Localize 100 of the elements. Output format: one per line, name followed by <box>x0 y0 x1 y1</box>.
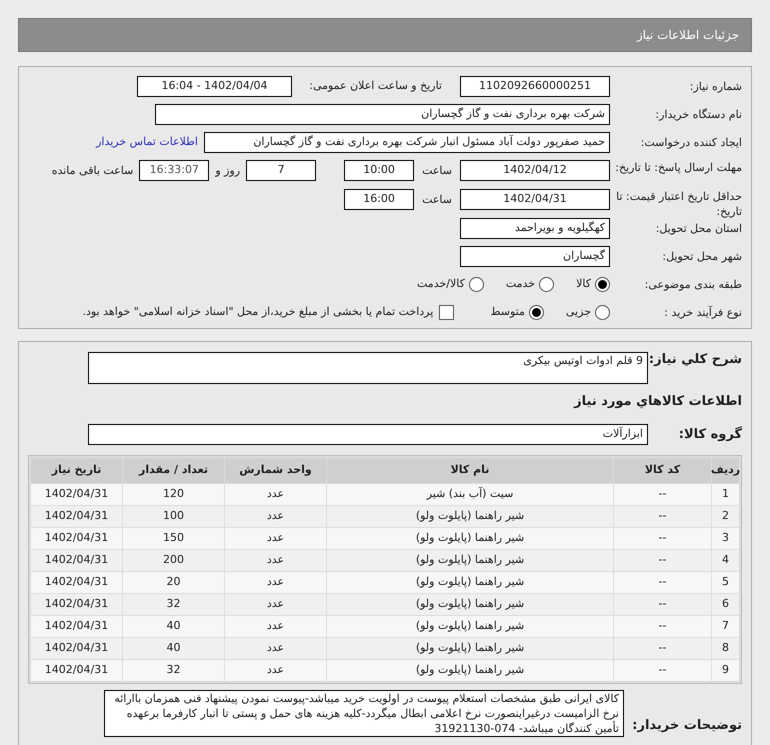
table-cell: شیر راهنما (پایلوت ولو) <box>327 572 613 592</box>
field-label: تاریخ و ساعت اعلان عمومی: <box>308 78 442 94</box>
text-field[interactable]: گچساران <box>460 246 610 267</box>
radio-label: کالا <box>576 276 591 292</box>
field-label: شهر محل تحویل: <box>662 249 742 264</box>
text-field[interactable]: 1402/04/04 - 16:04 <box>137 76 292 97</box>
column-header: نام کالا <box>327 458 613 482</box>
field-label: ساعت <box>422 163 452 179</box>
table-cell: 150 <box>123 528 224 548</box>
summary-field[interactable]: 9 قلم ادوات اوتیس بیکری <box>88 352 648 384</box>
table-cell: 1 <box>712 484 739 504</box>
table-cell: 100 <box>123 506 224 526</box>
table-cell: 2 <box>712 506 739 526</box>
table-cell: 20 <box>123 572 224 592</box>
table-cell: 1402/04/31 <box>31 528 122 548</box>
table-cell: عدد <box>225 616 326 636</box>
field-label: روز و <box>215 163 240 179</box>
table-cell: -- <box>614 550 711 570</box>
field-label: شرح کلي نياز: <box>648 352 742 367</box>
table-cell: 1402/04/31 <box>31 638 122 658</box>
table-cell: -- <box>614 572 711 592</box>
table-cell: شیر راهنما (پایلوت ولو) <box>327 528 613 548</box>
field-label: توضیحات خریدار: <box>632 718 742 732</box>
field-label: نوع فرآیند خرید : <box>664 305 742 320</box>
table-cell: -- <box>614 660 711 680</box>
table-cell: 8 <box>712 638 739 658</box>
text-field[interactable]: حمید صفرپور دولت آباد مسئول انبار شرکت بهره برداری نفت و گاز گچساران <box>204 132 610 153</box>
table-cell: 1402/04/31 <box>31 506 122 526</box>
table-cell: -- <box>614 528 711 548</box>
radio-button[interactable] <box>595 277 610 292</box>
table-cell: -- <box>614 484 711 504</box>
text-field[interactable]: 16:33:07 <box>139 160 210 181</box>
text-field[interactable]: ابزارآلات <box>88 424 648 444</box>
field-label: گروه کالا: <box>678 426 742 442</box>
text-field[interactable]: 10:00 <box>344 160 414 181</box>
table-cell: شیر راهنما (پایلوت ولو) <box>327 550 613 570</box>
table-cell: 1402/04/31 <box>31 550 122 570</box>
field-label: ساعت <box>422 192 452 208</box>
table-cell: شیر راهنما (پایلوت ولو) <box>327 506 613 526</box>
field-label: ایجاد کننده درخواست: <box>640 135 742 150</box>
buyer-contact-link[interactable]: اطلاعات تماس خریدار <box>96 134 198 151</box>
checkbox-label: پرداخت تمام یا بخشی از مبلغ خرید،از محل "اسناد خزانه اسلامی" خواهد بود. <box>82 304 434 320</box>
field-label: شماره نیاز: <box>690 79 742 94</box>
table-cell: 1402/04/31 <box>31 616 122 636</box>
buyer-notes-field[interactable]: کالای ایرانی طبق مشخصات استعلام پیوست در اولویت خرید میباشد-پیوست نمودن پیشنهاد فنی همزمان باارائه نرخ الزامیست درغیراینصورت نرخ اعلامی ابطال میگردد-کلیه هزینه های حمل و پستی تا انبار کارفرما برعهده تأمین کنندگان میباشد- 074-31921130 <box>104 690 624 736</box>
table-cell: 40 <box>123 638 224 658</box>
text-field[interactable]: شرکت بهره برداری نفت و گاز گچساران <box>155 104 610 125</box>
table-cell: عدد <box>225 660 326 680</box>
section-heading: اطلاعات کالاهاي مورد نياز <box>574 394 742 409</box>
table-cell: 1402/04/31 <box>31 660 122 680</box>
table-cell: 9 <box>712 660 739 680</box>
table-cell: عدد <box>225 506 326 526</box>
table-cell: 3 <box>712 528 739 548</box>
field-label: طبقه بندی موضوعی: <box>644 277 742 292</box>
table-cell: 1402/04/31 <box>31 484 122 504</box>
text-field[interactable]: 1402/04/31 <box>460 189 610 210</box>
table-cell: -- <box>614 616 711 636</box>
table-cell: 200 <box>123 550 224 570</box>
text-field[interactable]: 16:00 <box>344 189 414 210</box>
radio-label: متوسط <box>490 304 525 320</box>
table-cell: شیر راهنما (پایلوت ولو) <box>327 616 613 636</box>
table-cell: شیر راهنما (پایلوت ولو) <box>327 594 613 614</box>
table-cell: 7 <box>712 616 739 636</box>
table-cell: عدد <box>225 550 326 570</box>
column-header: واحد شمارش <box>225 458 326 482</box>
radio-label: کالا/خدمت <box>417 276 465 292</box>
radio-button[interactable] <box>539 277 554 292</box>
text-field[interactable]: 1402/04/12 <box>460 160 610 181</box>
checkbox[interactable] <box>439 305 454 320</box>
field-label: نام دستگاه خریدار: <box>655 107 742 122</box>
table-cell: عدد <box>225 572 326 592</box>
table-cell: 5 <box>712 572 739 592</box>
table-cell: -- <box>614 638 711 658</box>
table-cell: شیر راهنما (پایلوت ولو) <box>327 660 613 680</box>
table-cell: شیر راهنما (پایلوت ولو) <box>327 638 613 658</box>
table-cell: سیت (آب بند) شیر <box>327 484 613 504</box>
radio-label: خدمت <box>506 276 536 292</box>
field-label: استان محل تحویل: <box>656 221 742 236</box>
text-field[interactable]: کهگیلویه و بویراحمد <box>460 218 610 239</box>
field-label: حداقل تاریخ اعتبار قیمت: تا تاریخ: <box>615 189 742 219</box>
table-cell: 120 <box>123 484 224 504</box>
table-cell: عدد <box>225 484 326 504</box>
radio-button[interactable] <box>528 305 544 320</box>
field-label: مهلت ارسال پاسخ: تا تاریخ: <box>615 160 742 175</box>
table-cell: 6 <box>712 594 739 614</box>
column-header: کد کالا <box>614 458 711 482</box>
radio-button[interactable] <box>595 305 610 320</box>
field-label: ساعت باقی مانده <box>52 163 134 179</box>
text-field[interactable]: 1102092660000251 <box>460 76 610 97</box>
text-field[interactable]: 7 <box>246 160 316 181</box>
page-title: جزئیات اطلاعات نیاز <box>636 27 739 44</box>
table-cell: -- <box>614 506 711 526</box>
radio-button[interactable] <box>468 277 484 292</box>
table-cell: 1402/04/31 <box>31 572 122 592</box>
column-header: تعداد / مقدار <box>123 458 224 482</box>
column-header: ردیف <box>712 458 739 482</box>
table-cell: عدد <box>225 528 326 548</box>
table-cell: -- <box>614 594 711 614</box>
table-cell: 1402/04/31 <box>31 594 122 614</box>
table-cell: 32 <box>123 660 224 680</box>
